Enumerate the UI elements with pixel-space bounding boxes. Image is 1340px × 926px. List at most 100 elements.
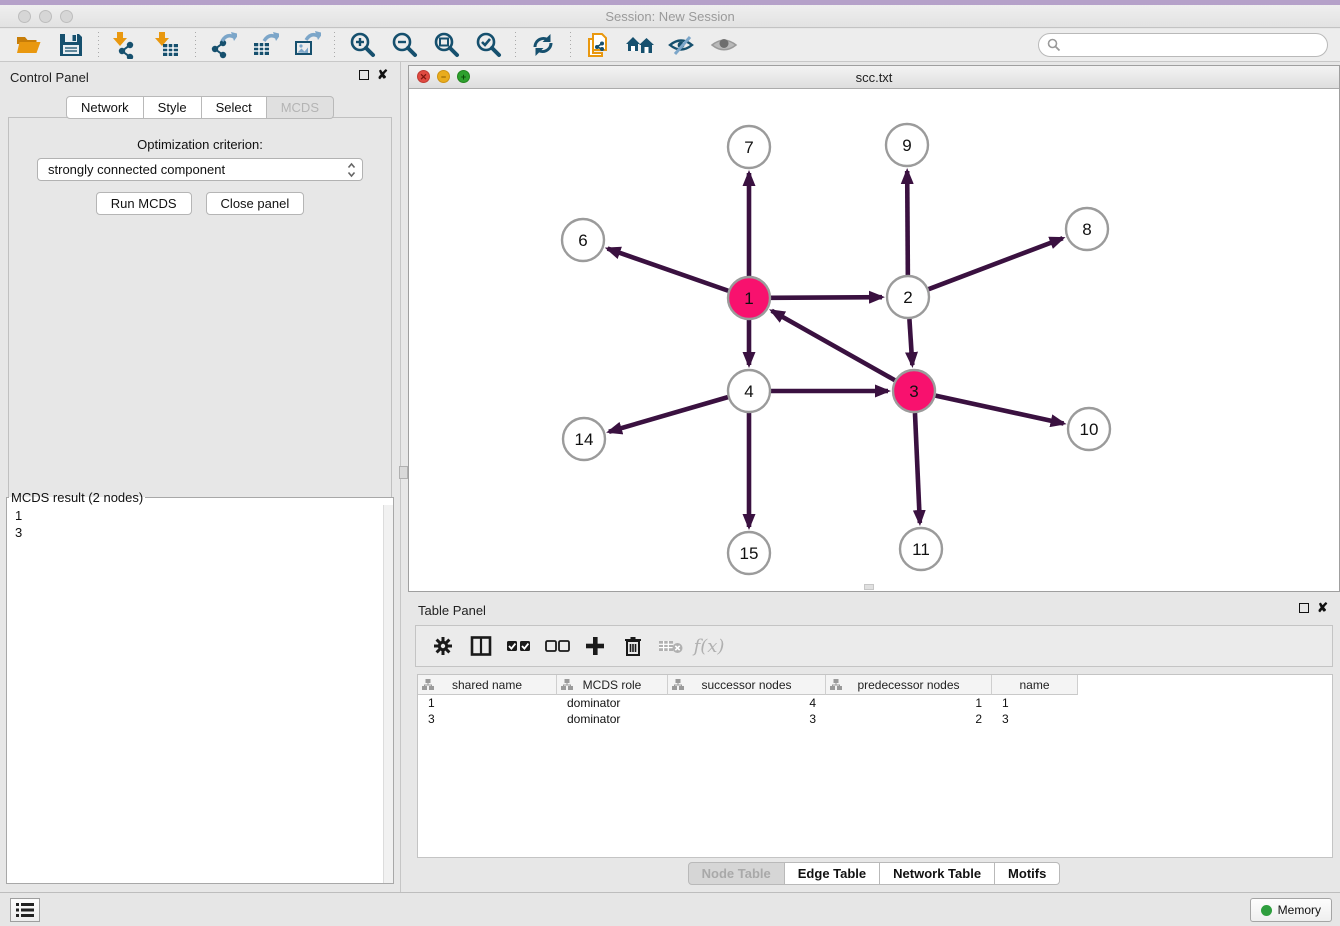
zoom-in-icon[interactable] bbox=[345, 31, 379, 59]
graph-edge-3-10[interactable] bbox=[935, 396, 1063, 424]
control-panel-tabs: NetworkStyleSelectMCDS bbox=[0, 96, 400, 119]
tab-style[interactable]: Style bbox=[144, 96, 202, 119]
float-panel-icon[interactable] bbox=[359, 70, 369, 80]
node-table: shared name MCDS role successor nodes prede… bbox=[417, 674, 1333, 858]
app-titlebar: Session: New Session bbox=[0, 5, 1340, 28]
tab-node-table[interactable]: Node Table bbox=[688, 862, 785, 885]
memory-button[interactable]: Memory bbox=[1250, 898, 1332, 922]
tab-select[interactable]: Select bbox=[202, 96, 267, 119]
app-title: Session: New Session bbox=[0, 9, 1340, 24]
select-all-rows-icon[interactable] bbox=[504, 631, 534, 661]
tab-motifs[interactable]: Motifs bbox=[995, 862, 1060, 885]
column-header-successor-nodes[interactable]: successor nodes bbox=[668, 675, 826, 695]
mcds-result-list: 13 bbox=[7, 505, 383, 883]
table-row[interactable]: 3dominator323 bbox=[418, 711, 1332, 727]
clone-network-icon[interactable] bbox=[581, 31, 615, 59]
add-column-icon[interactable] bbox=[580, 631, 610, 661]
task-history-button[interactable] bbox=[10, 898, 40, 922]
table-cell[interactable]: 2 bbox=[826, 711, 992, 727]
tab-mcds[interactable]: MCDS bbox=[267, 96, 334, 119]
column-header-shared-name[interactable]: shared name bbox=[418, 675, 557, 695]
graph-node-label: 15 bbox=[740, 544, 759, 563]
graph-edge-2-9[interactable] bbox=[907, 171, 908, 275]
import-network-icon[interactable] bbox=[109, 31, 143, 59]
table-cell[interactable]: dominator bbox=[557, 695, 668, 711]
network-window-titlebar[interactable]: ✕ − + scc.txt bbox=[409, 66, 1339, 89]
graph-edge-1-6[interactable] bbox=[608, 249, 729, 291]
table-cell[interactable]: 1 bbox=[992, 695, 1078, 711]
network-canvas[interactable]: 7968124314101511 bbox=[409, 89, 1339, 591]
column-header-label: successor nodes bbox=[701, 678, 791, 692]
table-panel-tabs: Node TableEdge TableNetwork TableMotifs bbox=[408, 862, 1340, 885]
graph-node-label: 14 bbox=[575, 430, 594, 449]
graph-node-label: 8 bbox=[1082, 220, 1091, 239]
save-session-icon[interactable] bbox=[54, 31, 88, 59]
table-cell[interactable]: dominator bbox=[557, 711, 668, 727]
graph-node-label: 7 bbox=[744, 138, 753, 157]
table-close-panel-icon[interactable]: ✘ bbox=[1317, 603, 1328, 613]
deselect-all-rows-icon[interactable] bbox=[542, 631, 572, 661]
column-layout-icon[interactable] bbox=[466, 631, 496, 661]
toolbar-separator bbox=[334, 32, 335, 58]
column-header-name[interactable]: name bbox=[992, 675, 1078, 695]
hide-details-icon[interactable] bbox=[665, 31, 699, 59]
column-header-MCDS-role[interactable]: MCDS role bbox=[557, 675, 668, 695]
vertical-splitter-handle[interactable] bbox=[399, 466, 408, 479]
network-graph: 7968124314101511 bbox=[409, 89, 1339, 592]
graph-edge-4-14[interactable] bbox=[609, 397, 728, 432]
column-header-label: shared name bbox=[452, 678, 522, 692]
home-layout-icon[interactable] bbox=[623, 31, 657, 59]
close-panel-icon[interactable]: ✘ bbox=[377, 70, 388, 80]
column-header-label: name bbox=[1019, 678, 1049, 692]
graph-edge-2-8[interactable] bbox=[929, 238, 1063, 289]
optimization-criterion-label: Optimization criterion: bbox=[0, 137, 400, 152]
mcds-result-node: 1 bbox=[15, 507, 383, 524]
table-body: 1dominator4113dominator323 bbox=[418, 695, 1332, 727]
table-cell[interactable]: 1 bbox=[826, 695, 992, 711]
toolbar-separator bbox=[570, 32, 571, 58]
search-input[interactable] bbox=[1038, 33, 1328, 57]
export-network-icon[interactable] bbox=[206, 31, 240, 59]
zoom-out-icon[interactable] bbox=[387, 31, 421, 59]
refresh-layout-icon[interactable] bbox=[526, 31, 560, 59]
zoom-fit-icon[interactable] bbox=[429, 31, 463, 59]
export-image-icon[interactable] bbox=[290, 31, 324, 59]
delete-column-icon[interactable] bbox=[618, 631, 648, 661]
run-mcds-button[interactable]: Run MCDS bbox=[96, 192, 192, 215]
table-panel-title: Table Panel bbox=[418, 603, 486, 618]
close-panel-button[interactable]: Close panel bbox=[206, 192, 305, 215]
graph-edge-2-3[interactable] bbox=[909, 319, 912, 365]
table-cell[interactable]: 1 bbox=[418, 695, 557, 711]
toolbar-separator bbox=[98, 32, 99, 58]
graph-node-label: 6 bbox=[578, 231, 587, 250]
table-cell[interactable]: 3 bbox=[418, 711, 557, 727]
column-header-predecessor-nodes[interactable]: predecessor nodes bbox=[826, 675, 992, 695]
function-builder-icon: f(x) bbox=[694, 631, 724, 661]
table-cell[interactable]: 3 bbox=[992, 711, 1078, 727]
status-bar: Memory bbox=[0, 892, 1340, 926]
zoom-selected-icon[interactable] bbox=[471, 31, 505, 59]
column-header-label: predecessor nodes bbox=[857, 678, 959, 692]
table-float-panel-icon[interactable] bbox=[1299, 603, 1309, 613]
canvas-splitter-handle[interactable] bbox=[864, 584, 874, 590]
control-panel: Control Panel ✘ NetworkStyleSelectMCDS O… bbox=[0, 62, 401, 892]
table-row[interactable]: 1dominator411 bbox=[418, 695, 1332, 711]
open-file-icon[interactable] bbox=[12, 31, 46, 59]
tab-edge-table[interactable]: Edge Table bbox=[785, 862, 880, 885]
table-cell[interactable]: 3 bbox=[668, 711, 826, 727]
tab-network-table[interactable]: Network Table bbox=[880, 862, 995, 885]
export-table-icon[interactable] bbox=[248, 31, 282, 59]
show-details-icon[interactable] bbox=[707, 31, 741, 59]
graph-edge-3-11[interactable] bbox=[915, 413, 920, 523]
tab-network[interactable]: Network bbox=[66, 96, 144, 119]
control-panel-title: Control Panel bbox=[10, 70, 89, 85]
result-scrollbar[interactable] bbox=[383, 505, 393, 883]
optimization-criterion-dropdown[interactable]: strongly connected component bbox=[37, 158, 363, 181]
table-settings-icon[interactable] bbox=[428, 631, 458, 661]
graph-edge-1-2[interactable] bbox=[771, 297, 882, 298]
table-cell[interactable]: 4 bbox=[668, 695, 826, 711]
column-header-label: MCDS role bbox=[583, 678, 642, 692]
graph-edge-3-1[interactable] bbox=[772, 311, 895, 380]
import-table-icon[interactable] bbox=[151, 31, 185, 59]
graph-node-label: 10 bbox=[1080, 420, 1099, 439]
